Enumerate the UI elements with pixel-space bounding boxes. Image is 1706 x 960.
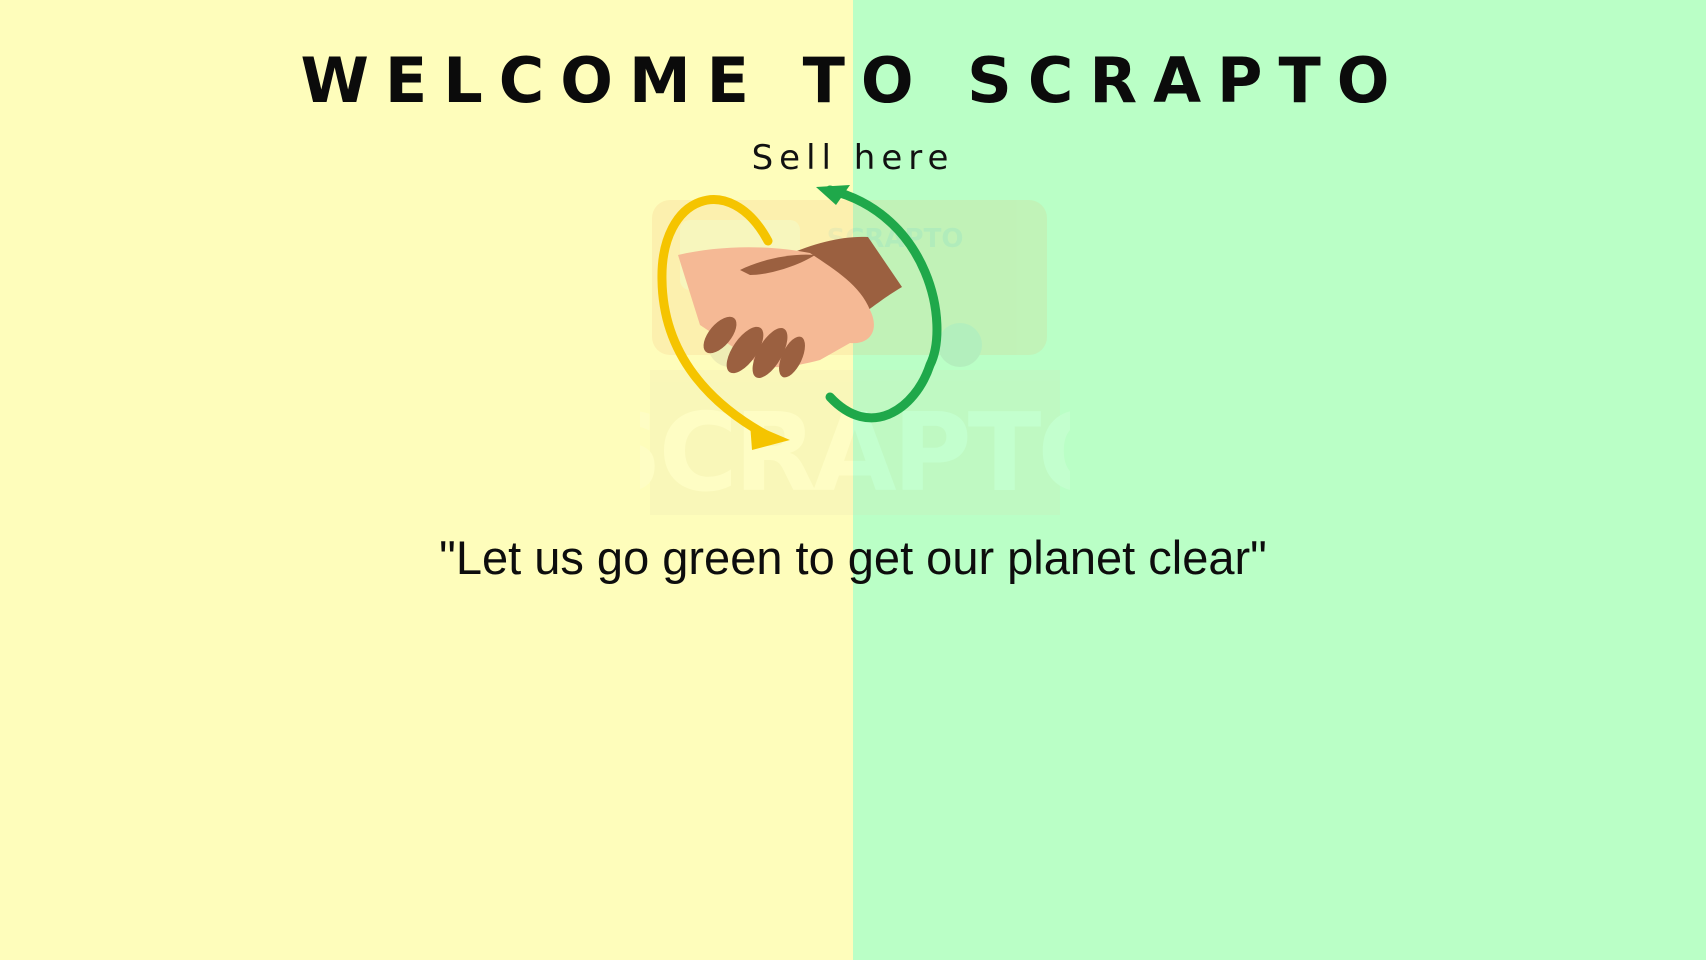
watermark-text: SCRAPTO: [640, 391, 1070, 516]
slogan-quote: "Let us go green to get our planet clear…: [439, 531, 1267, 584]
page-title: WELCOME TO SCRAPTO: [300, 44, 1406, 117]
sell-here-link[interactable]: Sell here: [0, 138, 1706, 178]
scrapto-logo: SCRAPTO SCRAPTO: [585, 175, 1129, 530]
handshake-recycle-icon: SCRAPTO SCRAPTO: [585, 185, 1129, 516]
